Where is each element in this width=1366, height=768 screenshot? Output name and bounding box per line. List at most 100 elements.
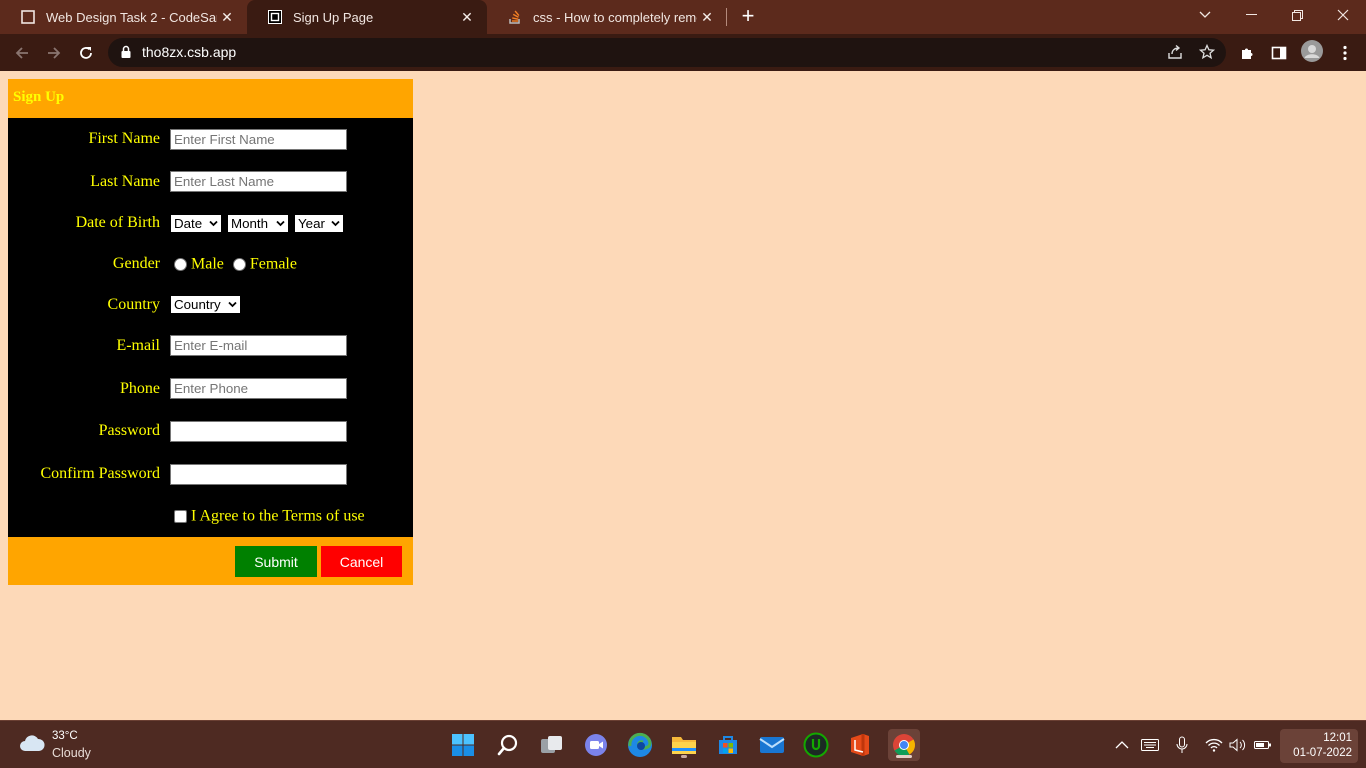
country-select-value: Country xyxy=(174,297,221,312)
kebab-menu-icon[interactable] xyxy=(1334,42,1356,64)
windows-taskbar: 33°C Cloudy 12:01 01-07-2022 xyxy=(0,720,1366,768)
chevron-down-icon xyxy=(209,220,218,227)
weather-temperature: 33°C xyxy=(52,730,78,742)
country-label: Country xyxy=(107,296,160,313)
last-name-label: Last Name xyxy=(90,173,160,190)
upwork-icon[interactable] xyxy=(800,729,832,761)
first-name-label: First Name xyxy=(88,130,160,147)
back-arrow-icon[interactable] xyxy=(9,40,35,66)
tab-sign-up-page[interactable]: Sign Up Page ✕ xyxy=(247,0,487,34)
task-view-icon[interactable] xyxy=(536,729,568,761)
forward-arrow-icon[interactable] xyxy=(41,40,67,66)
battery-icon[interactable] xyxy=(1253,735,1273,755)
close-window-button[interactable] xyxy=(1320,0,1366,30)
codesandbox-icon xyxy=(20,9,36,25)
password-label: Password xyxy=(98,422,160,439)
reload-icon[interactable] xyxy=(73,40,99,66)
clock-date: 01-07-2022 xyxy=(1293,747,1352,759)
submit-button[interactable]: Submit xyxy=(235,546,317,577)
extensions-puzzle-icon[interactable] xyxy=(1236,42,1258,64)
edge-icon[interactable] xyxy=(624,729,656,761)
minimize-button[interactable] xyxy=(1228,0,1274,30)
form-header: Sign Up xyxy=(8,79,413,118)
gender-label: Gender xyxy=(112,255,160,272)
cloud-weather-icon[interactable] xyxy=(18,733,46,758)
lock-icon xyxy=(120,45,132,64)
signup-form: Sign Up First Name Last Name Date of Bir… xyxy=(8,79,413,585)
dob-selects: Date Month Year xyxy=(170,214,350,233)
confirm-password-input[interactable] xyxy=(170,464,347,485)
year-select-value: Year xyxy=(298,216,325,231)
country-select[interactable]: Country xyxy=(170,295,241,314)
gender-options: Male Female xyxy=(174,255,297,273)
system-clock[interactable]: 12:01 01-07-2022 xyxy=(1280,729,1358,763)
share-icon[interactable] xyxy=(1164,41,1186,63)
chevron-down-icon xyxy=(228,301,237,308)
phone-label: Phone xyxy=(120,380,160,397)
gender-male-radio[interactable] xyxy=(174,257,187,271)
browser-toolbar: tho8zx.csb.app xyxy=(0,34,1366,71)
close-tab-icon[interactable]: ✕ xyxy=(457,7,477,27)
dob-label: Date of Birth xyxy=(75,214,160,231)
tab-search-icon[interactable] xyxy=(1182,0,1228,30)
form-footer: Submit Cancel xyxy=(8,537,413,585)
month-select[interactable]: Month xyxy=(227,214,289,233)
address-bar[interactable]: tho8zx.csb.app xyxy=(108,38,1226,67)
tab-codesandbox[interactable]: Web Design Task 2 - CodeSandbox ✕ xyxy=(0,0,247,34)
confirm-password-label: Confirm Password xyxy=(40,465,160,482)
gender-male-label: Male xyxy=(191,255,224,273)
date-select[interactable]: Date xyxy=(170,214,222,233)
gender-female-label: Female xyxy=(249,255,297,273)
windows-start-icon[interactable] xyxy=(447,729,479,761)
teams-chat-icon[interactable] xyxy=(580,729,612,761)
terms-row: I Agree to the Terms of use xyxy=(174,507,365,525)
side-panel-icon[interactable] xyxy=(1268,42,1290,64)
chrome-icon[interactable] xyxy=(888,729,920,761)
last-name-input[interactable] xyxy=(170,171,347,192)
chevron-down-icon xyxy=(331,220,340,227)
volume-icon[interactable] xyxy=(1228,735,1248,755)
year-select[interactable]: Year xyxy=(294,214,344,233)
keyboard-icon[interactable] xyxy=(1140,735,1160,755)
form-body: First Name Last Name Date of Birth Date … xyxy=(8,118,413,537)
profile-avatar[interactable] xyxy=(1300,39,1324,63)
tab-title: Sign Up Page xyxy=(293,9,374,25)
browser-tab-strip: Web Design Task 2 - CodeSandbox ✕ Sign U… xyxy=(0,0,1366,34)
wifi-icon[interactable] xyxy=(1204,735,1224,755)
microphone-icon[interactable] xyxy=(1172,735,1192,755)
codesandbox-icon xyxy=(267,9,283,25)
chevron-up-icon[interactable] xyxy=(1112,735,1132,755)
tab-divider xyxy=(726,8,727,26)
running-indicator xyxy=(681,755,687,758)
clock-time: 12:01 xyxy=(1323,732,1352,744)
chevron-down-icon xyxy=(276,220,285,227)
new-tab-button[interactable]: + xyxy=(736,5,760,29)
search-icon[interactable] xyxy=(492,729,524,761)
email-label: E-mail xyxy=(116,337,160,354)
microsoft-store-icon[interactable] xyxy=(712,729,744,761)
terms-checkbox[interactable] xyxy=(174,509,187,523)
cancel-button[interactable]: Cancel xyxy=(321,546,402,577)
restore-button[interactable] xyxy=(1274,0,1320,30)
weather-condition: Cloudy xyxy=(52,746,91,760)
file-explorer-icon[interactable] xyxy=(668,729,700,761)
mail-icon[interactable] xyxy=(756,729,788,761)
month-select-value: Month xyxy=(231,216,269,231)
bookmark-star-icon[interactable] xyxy=(1196,41,1218,63)
date-select-value: Date xyxy=(174,216,203,231)
close-tab-icon[interactable]: ✕ xyxy=(217,7,237,27)
tab-title: css - How to completely remove xyxy=(533,9,697,25)
tab-stackoverflow[interactable]: css - How to completely remove ✕ xyxy=(487,0,727,34)
tab-title: Web Design Task 2 - CodeSandbox xyxy=(46,9,217,25)
phone-input[interactable] xyxy=(170,378,347,399)
stackoverflow-icon xyxy=(507,9,523,25)
email-input[interactable] xyxy=(170,335,347,356)
close-tab-icon[interactable]: ✕ xyxy=(697,7,717,27)
gender-female-radio[interactable] xyxy=(232,257,246,271)
password-input[interactable] xyxy=(170,421,347,442)
terms-label: I Agree to the Terms of use xyxy=(191,507,365,525)
active-indicator xyxy=(896,755,912,758)
first-name-input[interactable] xyxy=(170,129,347,150)
url-text: tho8zx.csb.app xyxy=(142,44,237,60)
office-icon[interactable] xyxy=(844,729,876,761)
